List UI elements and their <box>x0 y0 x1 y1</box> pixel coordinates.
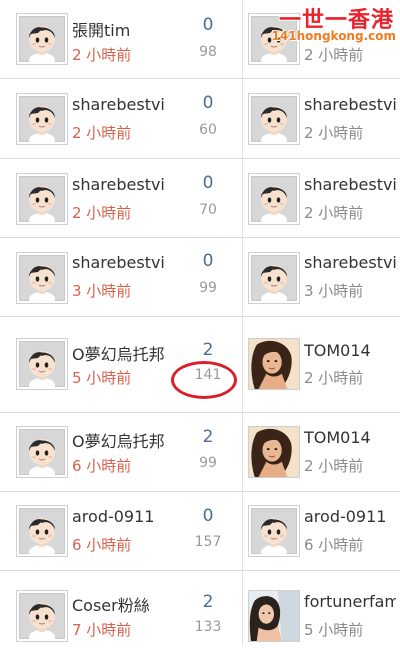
author-name-link[interactable]: sharebestvi <box>72 253 167 272</box>
last-poster-name-link[interactable]: fortunerfam <box>304 592 396 611</box>
avatar-photo[interactable] <box>248 338 300 390</box>
thread-list: 張開tim 2 小時前 0 98 2 小時前 sharebestvi 2 小時前 0 60 sha… <box>0 0 400 648</box>
site-logo: 一世一香港 141hongkong.com <box>254 2 400 46</box>
avatar[interactable] <box>248 252 300 304</box>
author-name-link[interactable]: sharebestvi <box>72 175 167 194</box>
avatar[interactable] <box>16 13 68 65</box>
author-name-link[interactable]: arod-0911 <box>72 507 167 526</box>
reply-count: 0 <box>202 15 214 35</box>
last-post-time: 2 小時前 <box>304 204 364 222</box>
last-post-time: 2 小時前 <box>304 46 364 64</box>
view-count: 70 <box>199 202 217 218</box>
post-time: 6 小時前 <box>72 457 132 475</box>
avatar[interactable] <box>16 590 68 642</box>
view-count: 60 <box>199 122 217 138</box>
view-count: 157 <box>194 534 222 550</box>
last-post-time: 6 小時前 <box>304 536 364 554</box>
thread-row: sharebestvi 3 小時前 0 99 sharebestvi 3 小時前 <box>0 238 400 317</box>
last-post-time: 3 小時前 <box>304 282 364 300</box>
reply-count: 0 <box>202 251 214 271</box>
view-count: 98 <box>199 44 217 60</box>
reply-count: 0 <box>202 93 214 113</box>
post-time: 7 小時前 <box>72 621 132 639</box>
author-name-link[interactable]: O夢幻烏托邦 <box>72 428 167 452</box>
last-poster-name-link[interactable]: TOM014 <box>304 341 396 360</box>
view-count: 99 <box>199 280 217 296</box>
author-name-link[interactable]: Coser粉絲 <box>72 592 167 616</box>
last-post-time: 2 小時前 <box>304 369 364 387</box>
logo-url: 141hongkong.com <box>271 29 396 43</box>
reply-count: 0 <box>202 173 214 193</box>
post-time: 5 小時前 <box>72 369 132 387</box>
avatar[interactable] <box>16 93 68 145</box>
avatar[interactable] <box>248 173 300 225</box>
reply-count: 2 <box>202 592 214 612</box>
post-time: 6 小時前 <box>72 536 132 554</box>
post-time: 2 小時前 <box>72 124 132 142</box>
author-name-link[interactable]: O夢幻烏托邦 <box>72 341 167 365</box>
avatar[interactable] <box>16 426 68 478</box>
last-post-time: 2 小時前 <box>304 124 364 142</box>
last-poster-name-link[interactable]: sharebestvi <box>304 95 396 114</box>
thread-row: sharebestvi 2 小時前 0 60 sharebestvi 2 小時前 <box>0 79 400 159</box>
view-count: 99 <box>199 455 217 471</box>
avatar[interactable] <box>248 505 300 557</box>
thread-row: O夢幻烏托邦 6 小時前 2 99 TOM014 2 小時前 <box>0 413 400 492</box>
view-count: 133 <box>194 619 222 635</box>
post-time: 2 小時前 <box>72 46 132 64</box>
post-time: 3 小時前 <box>72 282 132 300</box>
author-name-link[interactable]: sharebestvi <box>72 95 167 114</box>
avatar[interactable] <box>248 93 300 145</box>
reply-count: 2 <box>202 340 214 360</box>
post-time: 2 小時前 <box>72 204 132 222</box>
thread-row: sharebestvi 2 小時前 0 70 sharebestvi 2 小時前 <box>0 159 400 238</box>
thread-row: arod-0911 6 小時前 0 157 arod-0911 6 小時前 <box>0 492 400 571</box>
reply-count: 0 <box>202 506 214 526</box>
avatar-photo[interactable] <box>248 426 300 478</box>
avatar[interactable] <box>16 505 68 557</box>
last-post-time: 5 小時前 <box>304 621 364 639</box>
avatar[interactable] <box>16 252 68 304</box>
last-post-time: 2 小時前 <box>304 457 364 475</box>
last-poster-name-link[interactable]: sharebestvi <box>304 253 396 272</box>
thread-row: Coser粉絲 7 小時前 2 133 fortunerfam 5 小時前 <box>0 571 400 648</box>
last-poster-name-link[interactable]: sharebestvi <box>304 175 396 194</box>
last-poster-name-link[interactable]: TOM014 <box>304 428 396 447</box>
reply-count: 2 <box>202 427 214 447</box>
avatar[interactable] <box>16 173 68 225</box>
author-name-link[interactable]: 張開tim <box>72 17 167 41</box>
last-poster-name-link[interactable]: arod-0911 <box>304 507 396 526</box>
highlight-circle <box>171 361 237 399</box>
avatar[interactable] <box>16 338 68 390</box>
avatar-photo[interactable] <box>248 590 300 642</box>
